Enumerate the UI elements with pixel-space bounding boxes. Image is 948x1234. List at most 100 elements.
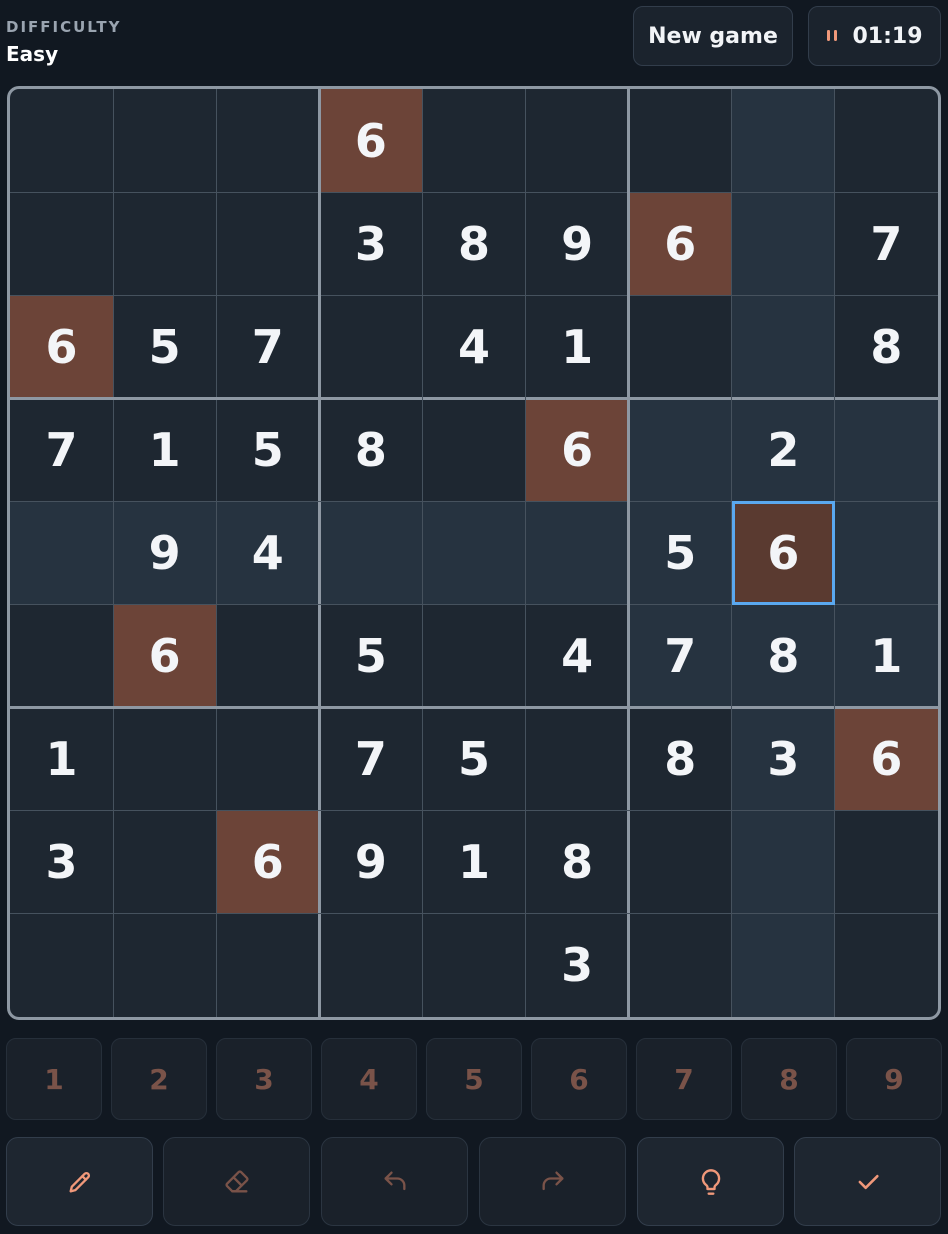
- sudoku-cell[interactable]: [629, 914, 732, 1017]
- number-key[interactable]: 9: [846, 1038, 942, 1120]
- sudoku-cell[interactable]: [113, 708, 216, 811]
- sudoku-cell[interactable]: [113, 192, 216, 295]
- sudoku-cell[interactable]: 2: [731, 398, 835, 502]
- sudoku-cell[interactable]: 8: [319, 398, 422, 501]
- number-key[interactable]: 7: [636, 1038, 732, 1120]
- sudoku-cell[interactable]: [629, 89, 732, 192]
- redo-button[interactable]: [479, 1137, 626, 1226]
- sudoku-cell[interactable]: 6: [628, 192, 732, 296]
- sudoku-cell[interactable]: 4: [216, 501, 320, 605]
- sudoku-cell[interactable]: [731, 89, 835, 193]
- sudoku-cell[interactable]: [731, 913, 835, 1017]
- sudoku-cell[interactable]: [834, 398, 938, 502]
- sudoku-cell[interactable]: [731, 810, 835, 914]
- number-key[interactable]: 5: [426, 1038, 522, 1120]
- sudoku-cell[interactable]: 1: [526, 295, 629, 398]
- sudoku-cell[interactable]: [10, 914, 113, 1017]
- sudoku-cell[interactable]: 3: [526, 914, 629, 1017]
- sudoku-cell[interactable]: [216, 89, 319, 192]
- sudoku-cell[interactable]: 3: [731, 707, 835, 811]
- sudoku-cell[interactable]: 7: [216, 295, 319, 398]
- number-key[interactable]: 2: [111, 1038, 207, 1120]
- number-key[interactable]: 1: [6, 1038, 102, 1120]
- undo-button[interactable]: [321, 1137, 468, 1226]
- hint-button[interactable]: [637, 1137, 784, 1226]
- sudoku-cell[interactable]: [422, 605, 525, 708]
- sudoku-cell[interactable]: [422, 398, 525, 501]
- sudoku-cell[interactable]: [216, 605, 319, 708]
- sudoku-cell[interactable]: [10, 192, 113, 295]
- sudoku-cell[interactable]: 8: [835, 295, 938, 398]
- sudoku-cell[interactable]: 9: [526, 192, 629, 295]
- sudoku-cell[interactable]: 6: [525, 398, 629, 502]
- sudoku-cell[interactable]: 6: [834, 707, 938, 811]
- sudoku-cell[interactable]: [525, 501, 629, 605]
- sudoku-cell[interactable]: 8: [422, 192, 525, 295]
- sudoku-cell[interactable]: 7: [319, 708, 422, 811]
- sudoku-cell[interactable]: [113, 811, 216, 914]
- sudoku-cell[interactable]: 3: [10, 811, 113, 914]
- sudoku-cell[interactable]: [731, 192, 835, 296]
- sudoku-cell[interactable]: 5: [628, 501, 732, 605]
- sudoku-cell[interactable]: 4: [526, 605, 629, 708]
- sudoku-cell[interactable]: 1: [10, 708, 113, 811]
- sudoku-cell[interactable]: 1: [422, 811, 525, 914]
- sudoku-cell[interactable]: [834, 501, 938, 605]
- sudoku-cell[interactable]: 6: [10, 295, 114, 399]
- erase-button[interactable]: [163, 1137, 310, 1226]
- sudoku-cell[interactable]: 1: [113, 398, 216, 501]
- sudoku-cell[interactable]: [835, 811, 938, 914]
- sudoku-cell[interactable]: 8: [731, 604, 835, 708]
- sudoku-cell[interactable]: [10, 89, 113, 192]
- sudoku-cell[interactable]: [422, 89, 525, 192]
- redo-icon: [539, 1168, 567, 1196]
- sudoku-cell[interactable]: [319, 501, 423, 605]
- sudoku-cell[interactable]: 5: [319, 605, 422, 708]
- number-key[interactable]: 3: [216, 1038, 312, 1120]
- sudoku-cell[interactable]: 3: [319, 192, 422, 295]
- number-key[interactable]: 8: [741, 1038, 837, 1120]
- sudoku-cell[interactable]: [113, 914, 216, 1017]
- sudoku-cell[interactable]: 5: [113, 295, 216, 398]
- sudoku-cell[interactable]: [113, 89, 216, 192]
- sudoku-cell[interactable]: 4: [422, 295, 525, 398]
- sudoku-cell[interactable]: [216, 708, 319, 811]
- sudoku-cell[interactable]: [835, 89, 938, 192]
- sudoku-cell[interactable]: 6: [216, 810, 320, 914]
- sudoku-cell[interactable]: 6: [731, 501, 835, 605]
- sudoku-cell[interactable]: 8: [629, 708, 732, 811]
- sudoku-cell[interactable]: 6: [113, 604, 217, 708]
- sudoku-cell[interactable]: [422, 501, 526, 605]
- pencil-button[interactable]: [6, 1137, 153, 1226]
- sudoku-cell[interactable]: 7: [835, 192, 938, 295]
- sudoku-cell[interactable]: 9: [113, 501, 217, 605]
- check-button[interactable]: [794, 1137, 941, 1226]
- sudoku-cell[interactable]: 5: [422, 708, 525, 811]
- number-key[interactable]: 4: [321, 1038, 417, 1120]
- sudoku-cell[interactable]: 6: [319, 89, 423, 193]
- sudoku-cell[interactable]: [526, 89, 629, 192]
- sudoku-cell[interactable]: [319, 295, 422, 398]
- sudoku-cell[interactable]: [526, 708, 629, 811]
- sudoku-cell[interactable]: [216, 914, 319, 1017]
- sudoku-cell[interactable]: [216, 192, 319, 295]
- sudoku-cell[interactable]: [629, 295, 732, 398]
- timer-button[interactable]: 01:19: [808, 6, 941, 66]
- sudoku-cell[interactable]: [10, 501, 114, 605]
- sudoku-cell[interactable]: 9: [319, 811, 422, 914]
- sudoku-cell[interactable]: 8: [526, 811, 629, 914]
- difficulty-value[interactable]: Easy: [6, 42, 58, 66]
- sudoku-cell[interactable]: [319, 914, 422, 1017]
- sudoku-cell[interactable]: [422, 914, 525, 1017]
- sudoku-cell[interactable]: 7: [10, 398, 113, 501]
- sudoku-cell[interactable]: 5: [216, 398, 319, 501]
- sudoku-cell[interactable]: [10, 605, 113, 708]
- sudoku-cell[interactable]: [731, 295, 835, 399]
- sudoku-cell[interactable]: [628, 398, 732, 502]
- sudoku-cell[interactable]: [835, 914, 938, 1017]
- number-key[interactable]: 6: [531, 1038, 627, 1120]
- sudoku-cell[interactable]: 7: [628, 604, 732, 708]
- sudoku-cell[interactable]: 1: [834, 604, 938, 708]
- new-game-button[interactable]: New game: [633, 6, 793, 66]
- sudoku-cell[interactable]: [629, 811, 732, 914]
